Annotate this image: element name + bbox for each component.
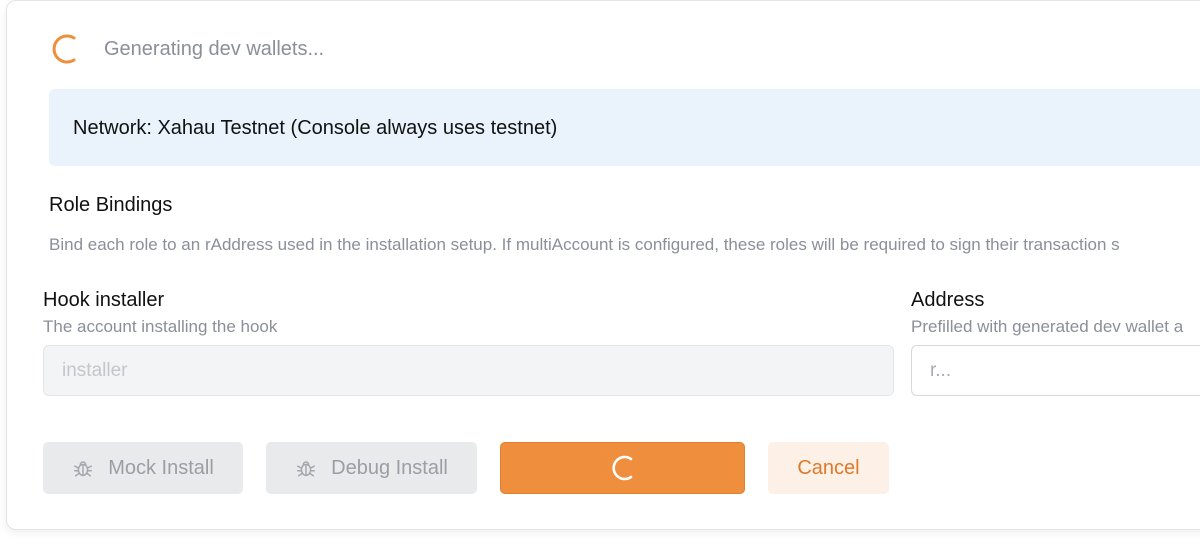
status-text: Generating dev wallets... (104, 38, 325, 60)
address-input[interactable] (911, 345, 1200, 396)
hook-installer-label: Hook installer (43, 289, 165, 311)
role-bindings-description: Bind each role to an rAddress used in th… (49, 235, 1120, 254)
hook-installer-input[interactable] (43, 345, 894, 396)
debug-install-button[interactable]: Debug Install (266, 442, 477, 494)
install-dialog: Generating dev wallets... Network: Xahau… (6, 0, 1200, 530)
debug-install-label: Debug Install (331, 456, 448, 479)
install-button[interactable] (500, 442, 745, 494)
bug-icon (74, 461, 93, 477)
bug-icon (297, 461, 316, 477)
spinner-icon (611, 455, 632, 481)
cancel-label: Cancel (797, 456, 860, 479)
network-banner: Network: Xahau Testnet (Console always u… (49, 89, 1200, 166)
hook-installer-hint: The account installing the hook (43, 317, 278, 336)
mock-install-label: Mock Install (108, 456, 214, 479)
network-banner-text: Network: Xahau Testnet (Console always u… (73, 117, 558, 139)
spinner-icon (52, 34, 76, 64)
address-label: Address (911, 289, 985, 311)
cancel-button[interactable]: Cancel (768, 442, 889, 494)
mock-install-button[interactable]: Mock Install (43, 442, 243, 494)
status-row (47, 31, 83, 67)
role-bindings-title: Role Bindings (49, 194, 173, 216)
address-hint: Prefilled with generated dev wallet a (911, 317, 1184, 336)
